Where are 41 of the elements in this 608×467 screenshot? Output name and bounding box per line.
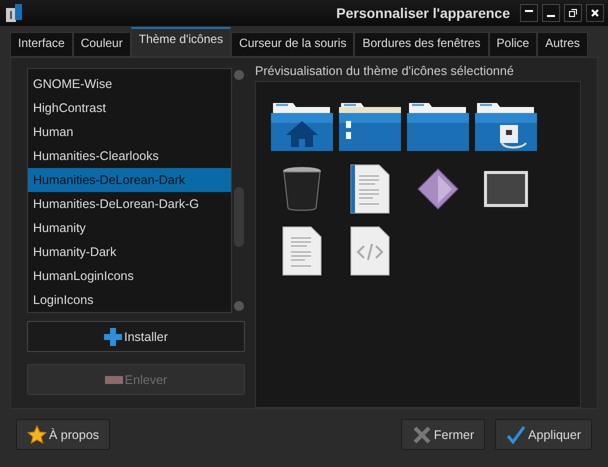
star-icon [27,424,47,444]
minimize-button[interactable] [542,4,560,22]
checkmark-icon [506,424,526,444]
preview-title: Prévisualisation du thème d'icônes sélectionné [255,64,515,80]
window-title: Personnaliser l'apparence [335,5,510,21]
about-button[interactable]: À propos [16,419,110,450]
tab[interactable]: Police [488,32,538,57]
list-item[interactable]: LoginIcons [28,288,231,312]
list-item[interactable]: Humanities-DeLorean-Dark-G [28,192,231,216]
tab[interactable]: Autres [537,32,588,57]
code-document-icon [350,226,390,276]
tab[interactable]: Couleur [72,32,131,57]
tab[interactable]: Curseur de la souris [231,32,354,57]
scrollbar[interactable] [232,68,246,313]
close-button[interactable] [586,4,604,22]
tab[interactable]: Interface [10,32,73,57]
list-item[interactable]: GNOME-Wise [28,72,231,96]
restore-button[interactable] [564,4,582,22]
list-item[interactable]: Humanities-Clearlooks [28,144,231,168]
tab[interactable]: Bordures des fenêtres [354,32,489,57]
close-button[interactable]: Fermer [400,419,486,450]
list-item[interactable]: HumanLoginIcons [28,264,231,288]
monitor-icon [483,170,529,208]
app-icon [4,3,24,23]
book-document-icon [350,164,390,214]
tab[interactable]: Thème d'icônes [130,27,232,57]
list-item[interactable]: Humanity-Dark [28,240,231,264]
menu-button[interactable] [520,4,538,22]
text-document-icon [282,226,322,276]
restore-icon [569,9,577,17]
close-icon [591,9,599,17]
list-item[interactable]: HighContrast [28,96,231,120]
package-icon [416,167,460,212]
list-item[interactable]: Human [28,120,231,144]
trash-icon [282,166,322,212]
checkered-icon [104,376,123,384]
close-icon [412,424,432,444]
plus-icon [104,328,122,346]
apply-button[interactable]: Appliquer [495,419,592,450]
list-item[interactable]: Humanity [28,216,231,240]
install-button[interactable]: Installer [27,321,245,352]
